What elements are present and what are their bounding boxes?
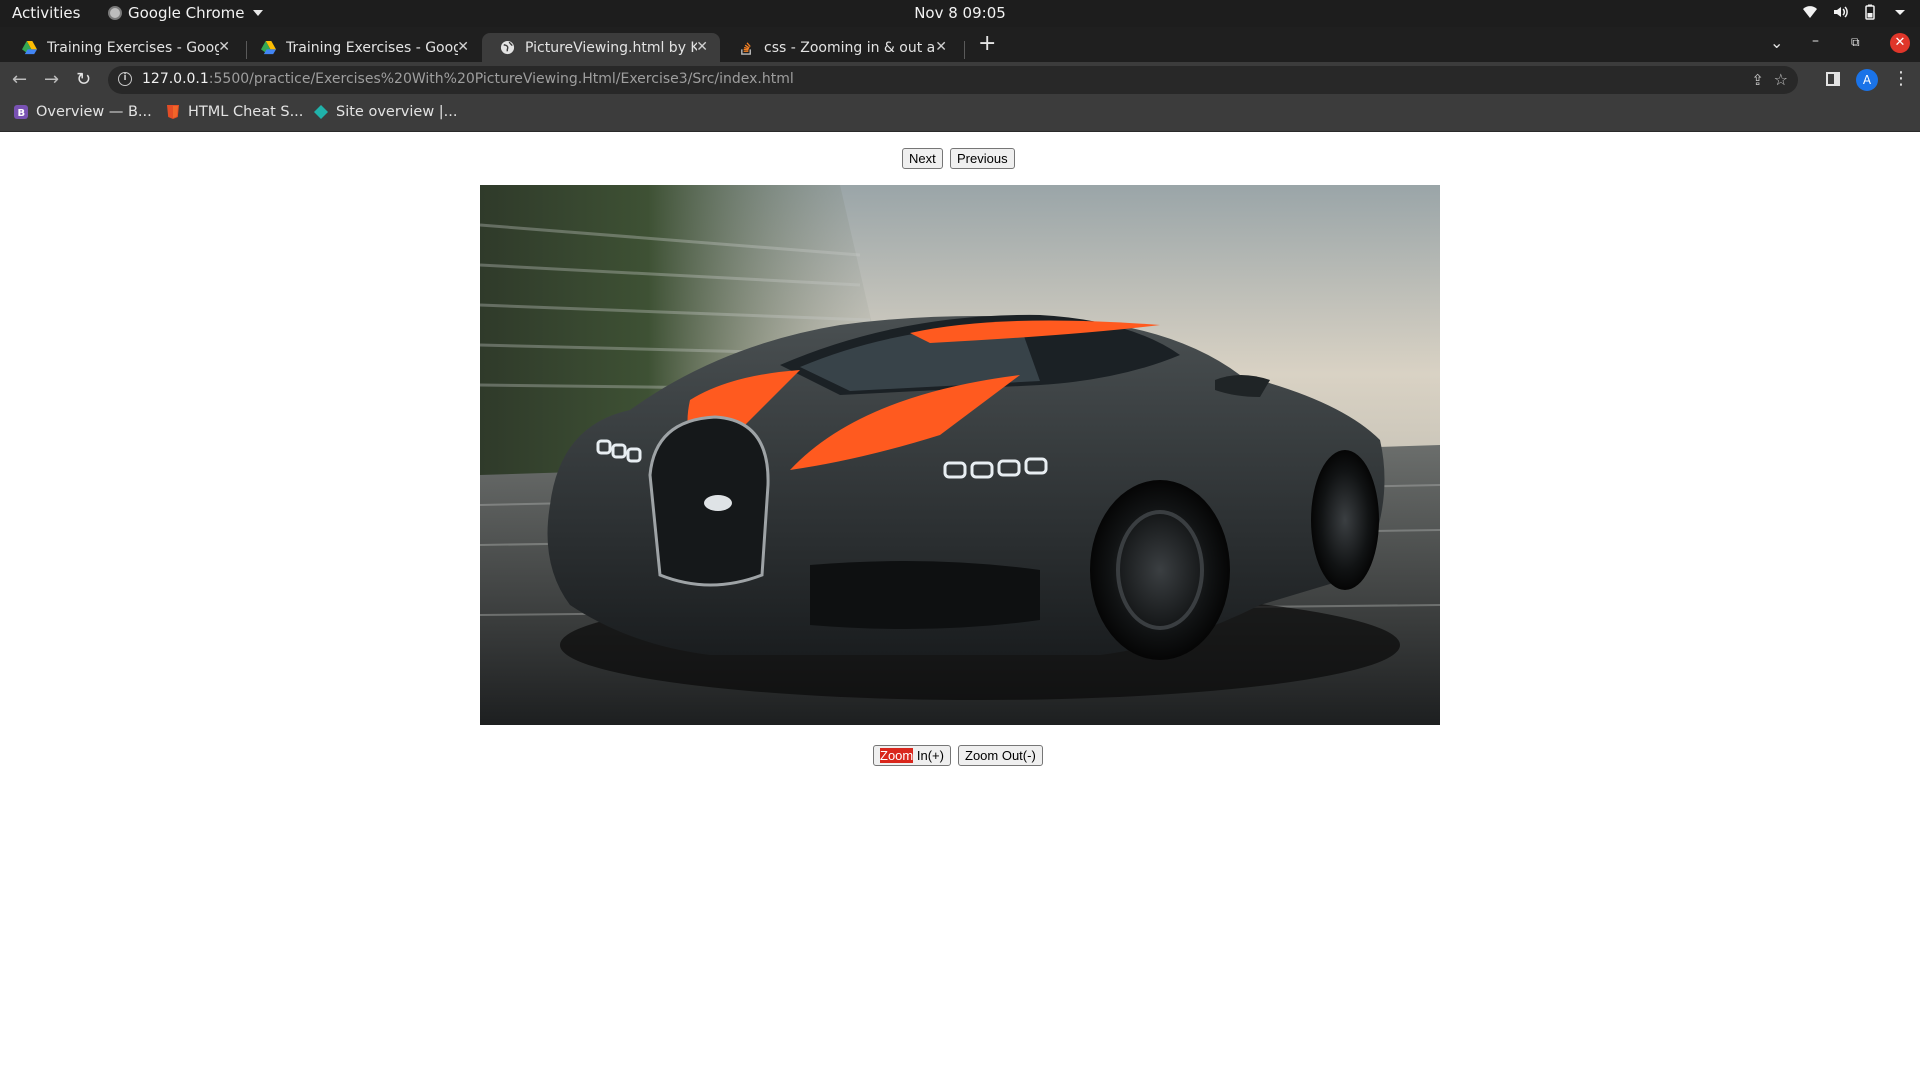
tab-title: Training Exercises - Googl <box>286 39 458 56</box>
close-icon[interactable]: ✕ <box>696 39 708 55</box>
system-tray[interactable] <box>1802 4 1908 20</box>
globe-icon <box>500 40 515 55</box>
url-text[interactable]: 127.0.0.1:5500/practice/Exercises%20With… <box>142 71 794 87</box>
bookmark-label: Site overview |... <box>336 104 458 120</box>
app-menu[interactable]: Google Chrome <box>108 4 263 22</box>
tab-title: PictureViewing.html by K <box>525 39 697 56</box>
more-menu-icon[interactable]: ⋮ <box>1892 68 1910 89</box>
bookmark-site-overview[interactable]: Site overview |... <box>314 104 458 120</box>
back-arrow-icon[interactable]: ← <box>12 69 27 90</box>
page-content: Next Previous Zoom In(+) Zoom Out(-) <box>0 132 1920 1080</box>
new-tab-button[interactable]: + <box>978 31 996 56</box>
google-drive-icon <box>22 40 37 55</box>
app-menu-label: Google Chrome <box>128 4 245 22</box>
next-button[interactable]: Next <box>902 148 943 169</box>
clock-container: Nov 8 09:05 <box>0 4 1920 22</box>
zoom-in-label: In(+) <box>913 748 944 763</box>
close-icon[interactable]: ✕ <box>457 39 469 55</box>
url-path: :5500/practice/Exercises%20With%20Pictur… <box>208 71 794 87</box>
zoom-out-button[interactable]: Zoom Out(-) <box>958 745 1043 766</box>
bookmark-label: HTML Cheat S... <box>188 104 304 120</box>
zoom-in-button[interactable]: Zoom In(+) <box>873 745 951 766</box>
tab-divider <box>964 41 965 59</box>
wifi-icon <box>1803 6 1817 18</box>
minimize-button[interactable]: – <box>1812 33 1819 49</box>
google-drive-icon <box>261 40 276 55</box>
tab-training-exercises-1[interactable]: Training Exercises - Googl ✕ <box>4 33 242 62</box>
bookmark-overview[interactable]: B Overview — B... <box>14 104 152 120</box>
battery-icon <box>1865 4 1875 20</box>
bookmark-html-cheat-sheet[interactable]: HTML Cheat S... <box>166 104 303 120</box>
share-icon[interactable]: ⇪ <box>1751 71 1764 89</box>
activities-button[interactable]: Activities <box>12 4 80 22</box>
url-host: 127.0.0.1 <box>142 71 209 87</box>
tab-search-icon[interactable]: ⌄ <box>1770 33 1783 52</box>
system-top-bar: Activities Google Chrome Nov 8 09:05 <box>0 0 1920 27</box>
restore-button[interactable]: ⧉ <box>1851 35 1860 50</box>
tab-training-exercises-2[interactable]: Training Exercises - Googl ✕ <box>243 33 481 62</box>
bookmark-star-icon[interactable]: ☆ <box>1774 70 1788 89</box>
profile-avatar[interactable]: A <box>1856 69 1878 91</box>
tab-strip: Training Exercises - Googl ✕ Training Ex… <box>0 27 1920 62</box>
close-icon[interactable]: ✕ <box>218 39 230 55</box>
side-panel-icon[interactable] <box>1826 72 1840 86</box>
svg-text:B: B <box>18 108 26 119</box>
bookmarks-bar: B Overview — B... HTML Cheat S... Site o… <box>0 98 1920 132</box>
car-photo-illustration <box>480 185 1440 725</box>
reload-icon[interactable]: ↻ <box>76 69 91 90</box>
selected-text-highlight: Zoom <box>880 748 914 763</box>
car-image <box>480 185 1440 725</box>
tab-css-zooming[interactable]: css - Zooming in & out an ✕ <box>721 33 959 62</box>
previous-button[interactable]: Previous <box>950 148 1015 169</box>
html5-icon <box>167 105 179 119</box>
close-window-button[interactable]: ✕ <box>1890 33 1910 53</box>
info-icon[interactable]: i <box>118 72 132 86</box>
chrome-app-icon <box>108 6 122 20</box>
browser-toolbar: ← → ↻ i 127.0.0.1:5500/practice/Exercise… <box>0 62 1920 98</box>
bootstrap-icon: B <box>14 105 28 119</box>
close-icon[interactable]: ✕ <box>935 39 947 55</box>
address-bar[interactable]: i 127.0.0.1:5500/practice/Exercises%20Wi… <box>108 66 1798 94</box>
tab-title: Training Exercises - Googl <box>47 39 219 56</box>
bookmark-label: Overview — B... <box>36 104 152 120</box>
netlify-icon <box>314 105 328 119</box>
tab-title: css - Zooming in & out an <box>764 39 936 56</box>
volume-icon <box>1834 6 1848 18</box>
tab-pictureviewing[interactable]: PictureViewing.html by K ✕ <box>482 33 720 62</box>
chevron-down-icon <box>252 10 263 16</box>
clock[interactable]: Nov 8 09:05 <box>914 4 1006 22</box>
stackoverflow-icon <box>741 42 751 55</box>
forward-arrow-icon[interactable]: → <box>44 69 59 90</box>
chevron-down-icon <box>1895 10 1905 15</box>
